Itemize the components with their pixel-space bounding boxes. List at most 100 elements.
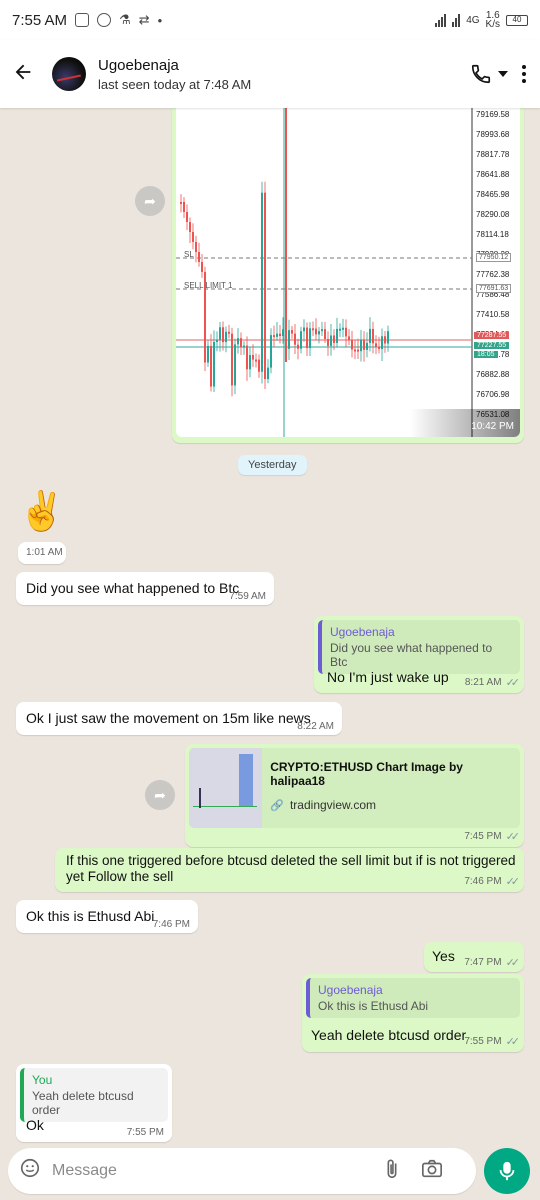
message-text: Ok I just saw the movement on 15m like n…: [26, 710, 311, 726]
contact-info[interactable]: Ugoebenaja last seen today at 7:48 AM: [98, 57, 251, 92]
link-message[interactable]: CRYPTO:ETHUSD Chart Image by halipaa18 🔗…: [185, 744, 524, 847]
price-axis-label: 78290.08: [476, 210, 510, 219]
price-axis-label: 77410.58: [476, 310, 510, 319]
candle-body: [195, 242, 197, 252]
candle-body: [312, 328, 314, 331]
message-incoming[interactable]: Ok I just saw the movement on 15m like n…: [16, 702, 342, 735]
flask-icon: ⚗: [119, 12, 131, 27]
emoji-icon[interactable]: [8, 1157, 52, 1185]
candle-body: [264, 192, 266, 380]
candle-body: [321, 329, 323, 332]
more-options-icon[interactable]: [522, 65, 526, 83]
message-outgoing[interactable]: Ugoebenaja Did you see what happened to …: [314, 616, 524, 693]
link-preview[interactable]: CRYPTO:ETHUSD Chart Image by halipaa18 🔗…: [189, 748, 520, 828]
candle-body: [270, 335, 272, 368]
forward-icon[interactable]: ➦: [135, 186, 165, 216]
candle-body: [201, 262, 203, 272]
message-text: Yeah delete btcusd order: [311, 1027, 467, 1043]
double-check-icon: ✓✓: [505, 876, 521, 888]
message-outgoing[interactable]: Yes 7:47 PM ✓✓: [424, 942, 524, 972]
candle-body: [360, 339, 362, 352]
candle-body: [219, 327, 221, 340]
composer: [0, 1148, 540, 1200]
candle-body: [294, 333, 296, 345]
quote-author: You: [32, 1073, 53, 1087]
emoji-message[interactable]: ✌️: [18, 490, 65, 534]
price-tag-red: 77287.55: [474, 332, 510, 339]
message-text: If this one triggered before btcusd dele…: [66, 853, 516, 884]
message-time: 7:55 PM: [464, 1036, 502, 1047]
chart-image[interactable]: SL SELL LIMIT 1 79169.58 78993.68 78817.78…: [176, 108, 520, 437]
candle-body: [180, 202, 182, 204]
candle-body: [306, 327, 308, 349]
phone-icon: [471, 64, 491, 84]
forward-icon[interactable]: ➦: [145, 780, 175, 810]
call-button[interactable]: [470, 63, 508, 85]
candle-body: [309, 328, 311, 349]
candle-body: [324, 329, 326, 339]
candle-body: [366, 342, 368, 350]
candle-body: [240, 338, 242, 348]
message-outgoing[interactable]: If this one triggered before btcusd dele…: [55, 848, 524, 892]
candle-body: [207, 345, 209, 363]
quoted-message[interactable]: You Yeah delete btcusd order: [20, 1068, 168, 1122]
candle-body: [345, 327, 347, 337]
candle-body: [318, 331, 320, 335]
message-incoming[interactable]: Did you see what happened to Btc 7:59 AM: [16, 572, 274, 605]
transfer-icon: ⇄: [138, 12, 150, 27]
quote-author: Ugoebenaja: [330, 625, 395, 639]
chat-area[interactable]: ➦ SL SELL LIMIT 1 79169.58 78993.68 78817.…: [0, 108, 540, 1148]
candle-body: [372, 328, 374, 344]
candle-body: [255, 359, 257, 362]
candle-body: [351, 340, 353, 350]
price-axis-label: 78993.68: [476, 130, 510, 139]
back-arrow-icon[interactable]: [0, 59, 46, 90]
candle-body: [189, 222, 191, 232]
candle-body: [333, 335, 335, 343]
link-domain: tradingview.com: [289, 798, 377, 812]
quote-text: Ok this is Ethusd Abi: [318, 999, 429, 1013]
candle-body: [210, 345, 212, 387]
signal-icon: [435, 13, 447, 27]
candle-body: [258, 359, 260, 372]
sl-label: SL: [184, 250, 194, 259]
whatsapp-icon: [97, 13, 112, 27]
image-message[interactable]: SL SELL LIMIT 1 79169.58 78993.68 78817.78…: [172, 108, 524, 443]
link-title: CRYPTO:ETHUSD Chart Image by halipaa18: [270, 760, 463, 788]
message-time: 8:22 AM: [297, 721, 334, 732]
candle-body: [273, 335, 275, 338]
link-icon: 🔗: [270, 799, 284, 812]
avatar[interactable]: [52, 57, 86, 91]
message-outgoing[interactable]: Ugoebenaja Ok this is Ethusd Abi Yeah de…: [302, 974, 524, 1052]
double-check-icon: ✓✓: [505, 1036, 521, 1048]
double-check-icon: ✓✓: [505, 677, 521, 689]
price-tag-green: 77227.55: [474, 342, 510, 349]
message-meta: 8:21 AM ✓✓: [464, 676, 521, 689]
message-time: 8:21 AM: [464, 677, 502, 688]
message-time: 7:46 PM: [464, 876, 502, 887]
candle-body: [252, 354, 254, 360]
message-incoming[interactable]: Ok this is Ethusd Abi 7:46 PM: [16, 900, 198, 933]
quoted-message[interactable]: Ugoebenaja Did you see what happened to …: [318, 620, 520, 674]
candle-body: [363, 339, 365, 350]
candle-body: [330, 335, 332, 346]
price-axis-label: 77762.38: [476, 270, 510, 279]
message-incoming[interactable]: You Yeah delete btcusd order Ok 7:55 PM: [16, 1064, 172, 1142]
candle-body: [282, 329, 284, 336]
message-input[interactable]: [52, 1162, 372, 1180]
candle-body: [387, 331, 389, 344]
mic-button[interactable]: [484, 1148, 530, 1194]
date-separator: Yesterday: [238, 455, 307, 475]
attach-icon[interactable]: [372, 1158, 412, 1185]
status-notification-icons: ⚗ ⇄ •: [75, 12, 162, 28]
candle-body: [381, 336, 383, 350]
camera-icon[interactable]: [412, 1159, 452, 1184]
candle-body: [279, 333, 281, 336]
candle-body: [186, 212, 188, 222]
net-speed: 1.6 K/s: [485, 10, 500, 30]
message-text: No I'm just wake up: [327, 669, 449, 685]
contact-name: Ugoebenaja: [98, 56, 179, 74]
quoted-message[interactable]: Ugoebenaja Ok this is Ethusd Abi: [306, 978, 520, 1018]
link-details: CRYPTO:ETHUSD Chart Image by halipaa18 🔗…: [262, 748, 520, 828]
quote-author: Ugoebenaja: [318, 983, 383, 997]
